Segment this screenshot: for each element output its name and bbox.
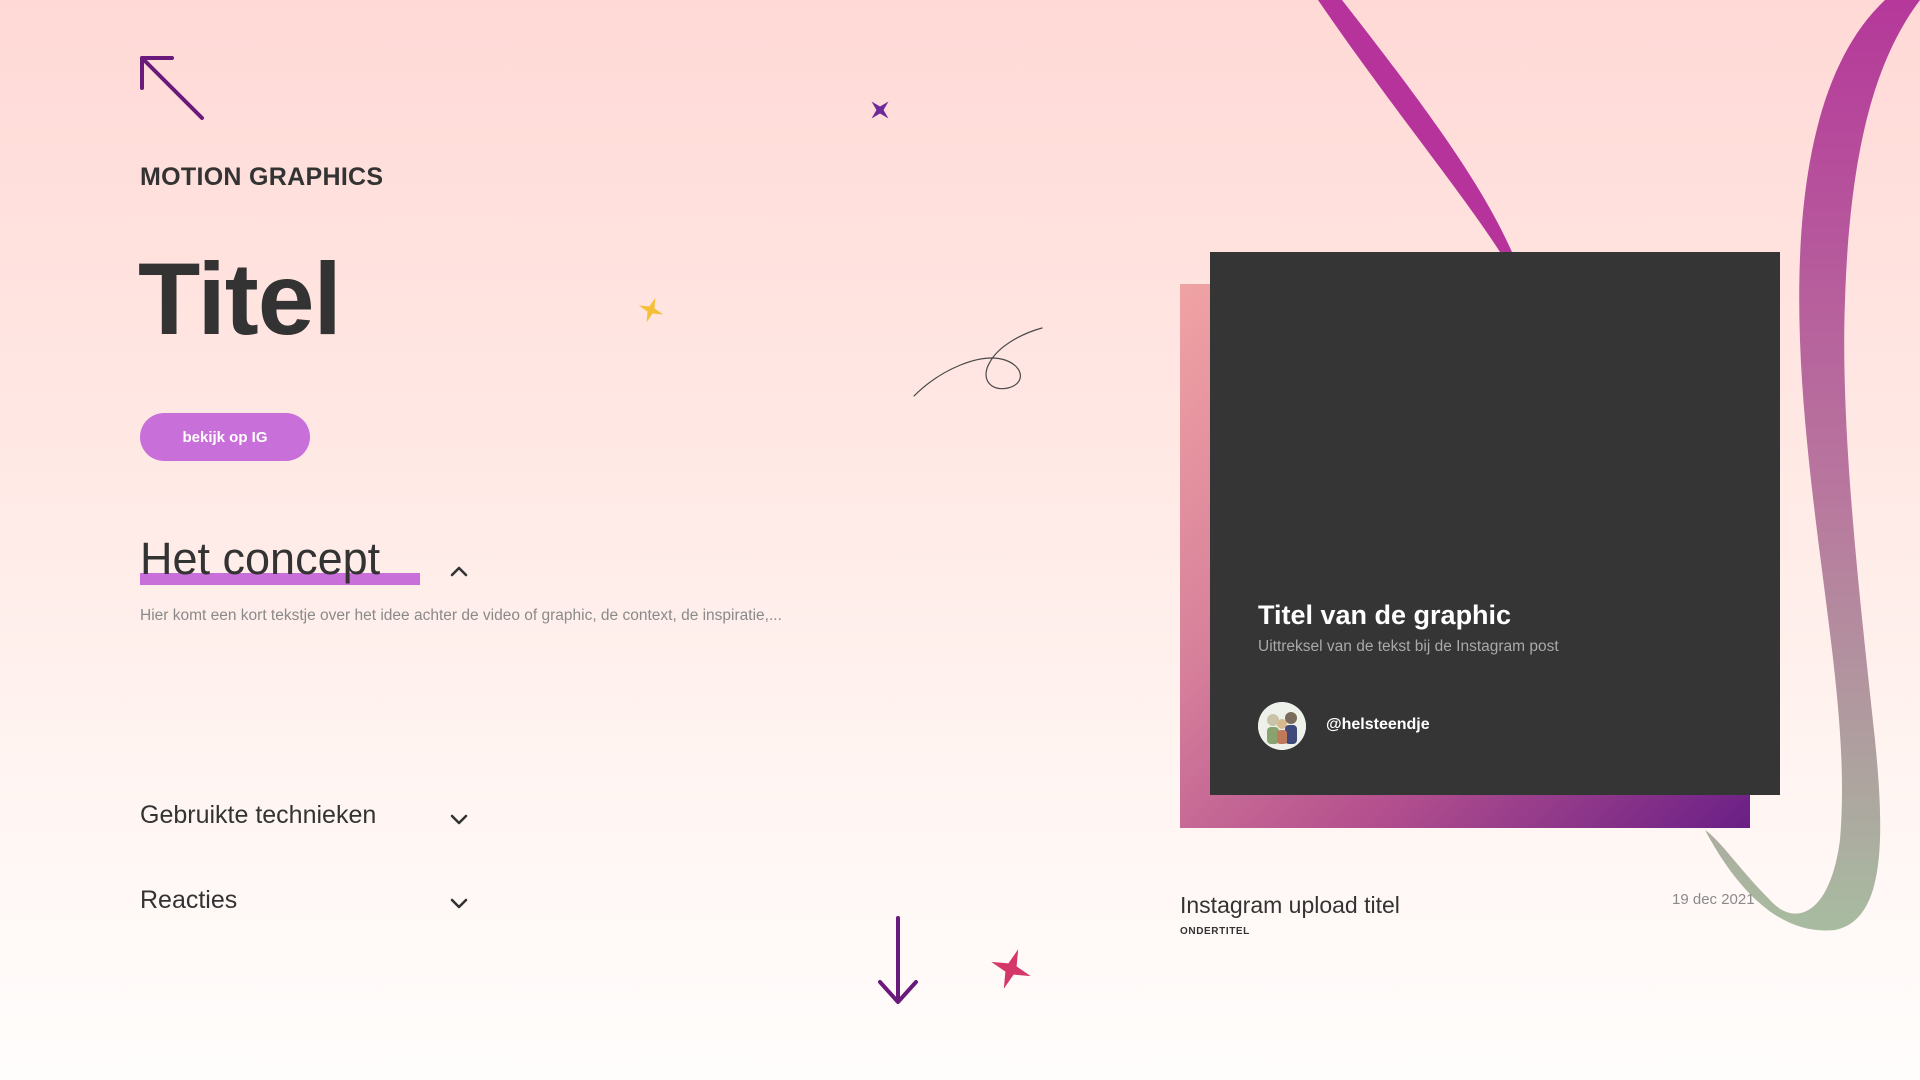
avatar-illustration-icon — [1258, 702, 1306, 750]
concept-heading-label: Het concept — [140, 533, 381, 584]
upload-subtitle: ONDERTITEL — [1180, 926, 1250, 937]
sparkle-icon — [991, 949, 1031, 989]
concept-description: Hier komt een kort tekstje over het idee… — [140, 607, 782, 624]
upload-title: Instagram upload titel — [1180, 892, 1400, 918]
squiggle-doodle-icon — [913, 327, 1043, 397]
page-title: Titel — [138, 242, 342, 356]
card-title: Titel van de graphic — [1258, 600, 1512, 630]
card-excerpt: Uittreksel van de tekst bij de Instagram… — [1258, 638, 1559, 655]
concept-heading[interactable]: Het concept — [140, 532, 380, 586]
arrow-down-icon[interactable] — [876, 916, 920, 1006]
sparkle-icon — [871, 101, 889, 119]
category-label: MOTION GRAPHICS — [140, 163, 384, 191]
techniques-heading[interactable]: Gebruikte technieken — [140, 801, 376, 830]
reactions-heading[interactable]: Reacties — [140, 886, 237, 915]
view-on-instagram-button[interactable]: bekijk op IG — [140, 413, 310, 461]
instagram-post-card[interactable]: Titel van de graphic Uittreksel van de t… — [1210, 252, 1780, 795]
instagram-handle[interactable]: @helsteendje — [1326, 716, 1430, 734]
chevron-down-icon[interactable] — [448, 892, 470, 914]
chevron-down-icon[interactable] — [448, 808, 470, 830]
sparkle-icon — [638, 297, 664, 323]
arrow-up-left-icon[interactable] — [138, 54, 206, 122]
chevron-up-icon[interactable] — [448, 560, 470, 582]
avatar — [1258, 702, 1306, 750]
upload-date: 19 dec 2021 — [1672, 891, 1755, 908]
